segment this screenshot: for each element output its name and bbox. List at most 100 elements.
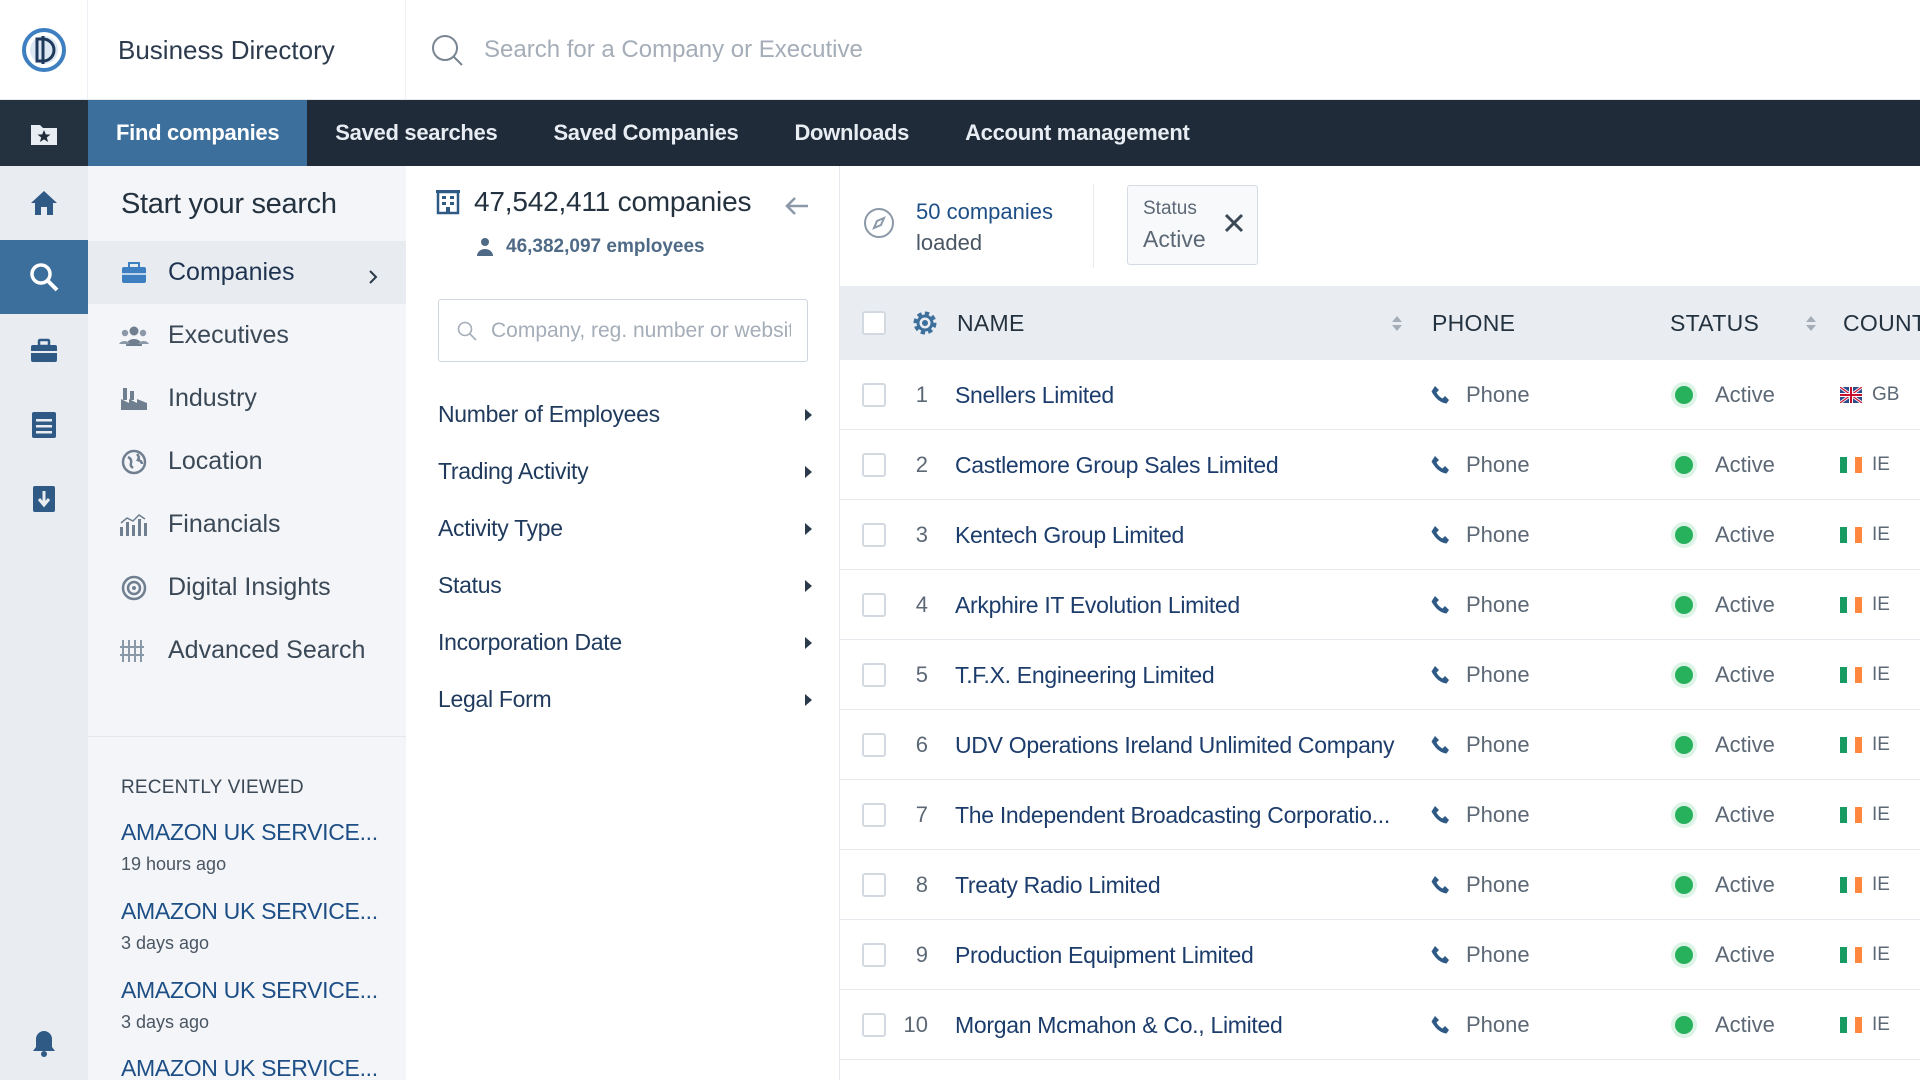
phone-link[interactable]: Phone bbox=[1430, 360, 1530, 430]
company-name-link[interactable]: T.F.X. Engineering Limited bbox=[955, 640, 1215, 710]
phone-link[interactable]: Phone bbox=[1430, 430, 1530, 500]
recent-item-name[interactable]: AMAZON UK SERVICE... bbox=[121, 898, 378, 925]
category-location[interactable]: Location bbox=[88, 430, 406, 493]
company-name-link[interactable]: Production Equipment Limited bbox=[955, 920, 1254, 990]
row-checkbox[interactable] bbox=[862, 733, 886, 757]
row-checkbox[interactable] bbox=[862, 873, 886, 897]
rail-downloads-button[interactable] bbox=[0, 462, 88, 536]
company-search-input[interactable] bbox=[491, 318, 791, 343]
company-name-link[interactable]: Castlemore Group Sales Limited bbox=[955, 430, 1279, 500]
table-row[interactable]: 5 T.F.X. Engineering Limited Phone Active IE bbox=[840, 640, 1920, 710]
table-row[interactable]: 2 Castlemore Group Sales Limited Phone Acti… bbox=[840, 430, 1920, 500]
column-name-header[interactable]: NAME bbox=[957, 286, 1025, 360]
caret-right-icon bbox=[805, 522, 812, 535]
loaded-summary: 50 companies loaded bbox=[862, 196, 1053, 258]
filter-label: Status bbox=[438, 572, 502, 598]
sort-name-button[interactable] bbox=[1392, 315, 1402, 331]
table-row[interactable]: 8 Treaty Radio Limited Phone Active IE bbox=[840, 850, 1920, 920]
ireland-flag-icon bbox=[1840, 1017, 1862, 1033]
recent-item-name[interactable]: AMAZON UK SERVICE... bbox=[121, 1055, 378, 1082]
rail-home-button[interactable] bbox=[0, 166, 88, 240]
search-icon bbox=[457, 321, 477, 341]
recent-item[interactable]: AMAZON UK SERVICE... bbox=[121, 1055, 378, 1082]
rail-companies-button[interactable] bbox=[0, 314, 88, 388]
phone-link[interactable]: Phone bbox=[1430, 990, 1530, 1060]
category-advanced-search[interactable]: Advanced Search bbox=[88, 619, 406, 682]
rail-search-button[interactable] bbox=[0, 240, 88, 314]
global-search-input[interactable] bbox=[484, 36, 1184, 64]
column-country-header[interactable]: COUNT bbox=[1843, 286, 1920, 360]
category-financials[interactable]: Financials bbox=[88, 493, 406, 556]
row-checkbox[interactable] bbox=[862, 1013, 886, 1037]
nav-saved-searches[interactable]: Saved searches bbox=[307, 100, 525, 166]
nav-saved-companies[interactable]: Saved Companies bbox=[525, 100, 766, 166]
company-name-link[interactable]: Arkphire IT Evolution Limited bbox=[955, 570, 1240, 640]
recent-item[interactable]: AMAZON UK SERVICE... 3 days ago bbox=[121, 898, 378, 954]
filter-number-of-employees[interactable]: Number of Employees bbox=[438, 386, 816, 443]
table-row[interactable]: 10 Morgan Mcmahon & Co., Limited Phone Acti… bbox=[840, 990, 1920, 1060]
phone-link[interactable]: Phone bbox=[1430, 920, 1530, 990]
phone-link[interactable]: Phone bbox=[1430, 640, 1530, 710]
rail-lists-button[interactable] bbox=[0, 388, 88, 462]
company-name-link[interactable]: Treaty Radio Limited bbox=[955, 850, 1161, 920]
company-name-link[interactable]: UDV Operations Ireland Unlimited Company bbox=[955, 710, 1395, 780]
company-name-link[interactable]: The Independent Broadcasting Corporatio.… bbox=[955, 780, 1390, 850]
recent-item-name[interactable]: AMAZON UK SERVICE... bbox=[121, 819, 378, 846]
phone-link[interactable]: Phone bbox=[1430, 500, 1530, 570]
column-settings-button[interactable] bbox=[910, 286, 940, 360]
category-executives[interactable]: Executives bbox=[88, 304, 406, 367]
filter-activity-type[interactable]: Activity Type bbox=[438, 500, 816, 557]
company-name-link[interactable]: Snellers Limited bbox=[955, 360, 1114, 430]
home-icon bbox=[31, 191, 57, 215]
row-number: 7 bbox=[915, 802, 928, 827]
recent-item-name[interactable]: AMAZON UK SERVICE... bbox=[121, 977, 378, 1004]
select-all-checkbox[interactable] bbox=[862, 311, 886, 335]
recent-item[interactable]: AMAZON UK SERVICE... 19 hours ago bbox=[121, 819, 378, 875]
brand-title: Business Directory bbox=[88, 0, 406, 100]
table-row[interactable]: 7 The Independent Broadcasting Corporatio… bbox=[840, 780, 1920, 850]
filter-legal-form[interactable]: Legal Form bbox=[438, 671, 816, 728]
table-row[interactable]: 4 Arkphire IT Evolution Limited Phone Activ… bbox=[840, 570, 1920, 640]
table-row[interactable]: 3 Kentech Group Limited Phone Active IE bbox=[840, 500, 1920, 570]
company-name-link[interactable]: Kentech Group Limited bbox=[955, 500, 1184, 570]
row-checkbox[interactable] bbox=[862, 803, 886, 827]
sort-status-button[interactable] bbox=[1806, 315, 1816, 331]
country-code: IE bbox=[1872, 1014, 1890, 1035]
phone-link[interactable]: Phone bbox=[1430, 570, 1530, 640]
column-status-header[interactable]: STATUS bbox=[1670, 286, 1759, 360]
status-cell: Active bbox=[1675, 920, 1775, 990]
nav-find-companies[interactable]: Find companies bbox=[88, 100, 308, 166]
row-checkbox[interactable] bbox=[862, 523, 886, 547]
recent-item[interactable]: AMAZON UK SERVICE... 3 days ago bbox=[121, 977, 378, 1033]
filter-incorporation-date[interactable]: Incorporation Date bbox=[438, 614, 816, 671]
phone-link[interactable]: Phone bbox=[1430, 780, 1530, 850]
category-label: Location bbox=[168, 447, 263, 475]
category-companies[interactable]: Companies bbox=[88, 241, 406, 304]
category-industry[interactable]: Industry bbox=[88, 367, 406, 430]
phone-label: Phone bbox=[1466, 592, 1530, 617]
row-checkbox[interactable] bbox=[862, 453, 886, 477]
nav-account-management[interactable]: Account management bbox=[937, 100, 1217, 166]
remove-filter-button[interactable] bbox=[1223, 212, 1245, 239]
filter-trading-activity[interactable]: Trading Activity bbox=[438, 443, 816, 500]
logo[interactable] bbox=[0, 0, 88, 100]
nav-downloads[interactable]: Downloads bbox=[766, 100, 937, 166]
phone-label: Phone bbox=[1466, 382, 1530, 407]
category-digital-insights[interactable]: Digital Insights bbox=[88, 556, 406, 619]
notifications-button[interactable] bbox=[0, 1018, 88, 1068]
collapse-panel-button[interactable] bbox=[784, 196, 810, 221]
phone-link[interactable]: Phone bbox=[1430, 710, 1530, 780]
company-name-link[interactable]: Morgan Mcmahon & Co., Limited bbox=[955, 990, 1283, 1060]
status-badge: Active bbox=[1715, 452, 1775, 477]
country-cell: IE bbox=[1840, 500, 1890, 570]
row-checkbox[interactable] bbox=[862, 383, 886, 407]
row-checkbox[interactable] bbox=[862, 943, 886, 967]
row-checkbox[interactable] bbox=[862, 593, 886, 617]
row-checkbox[interactable] bbox=[862, 663, 886, 687]
table-row[interactable]: 1 Snellers Limited Phone Active GB bbox=[840, 360, 1920, 430]
filter-status[interactable]: Status bbox=[438, 557, 816, 614]
phone-link[interactable]: Phone bbox=[1430, 850, 1530, 920]
table-row[interactable]: 6 UDV Operations Ireland Unlimited Compan… bbox=[840, 710, 1920, 780]
table-row[interactable]: 9 Production Equipment Limited Phone Active… bbox=[840, 920, 1920, 990]
favorites-button[interactable] bbox=[0, 100, 88, 166]
